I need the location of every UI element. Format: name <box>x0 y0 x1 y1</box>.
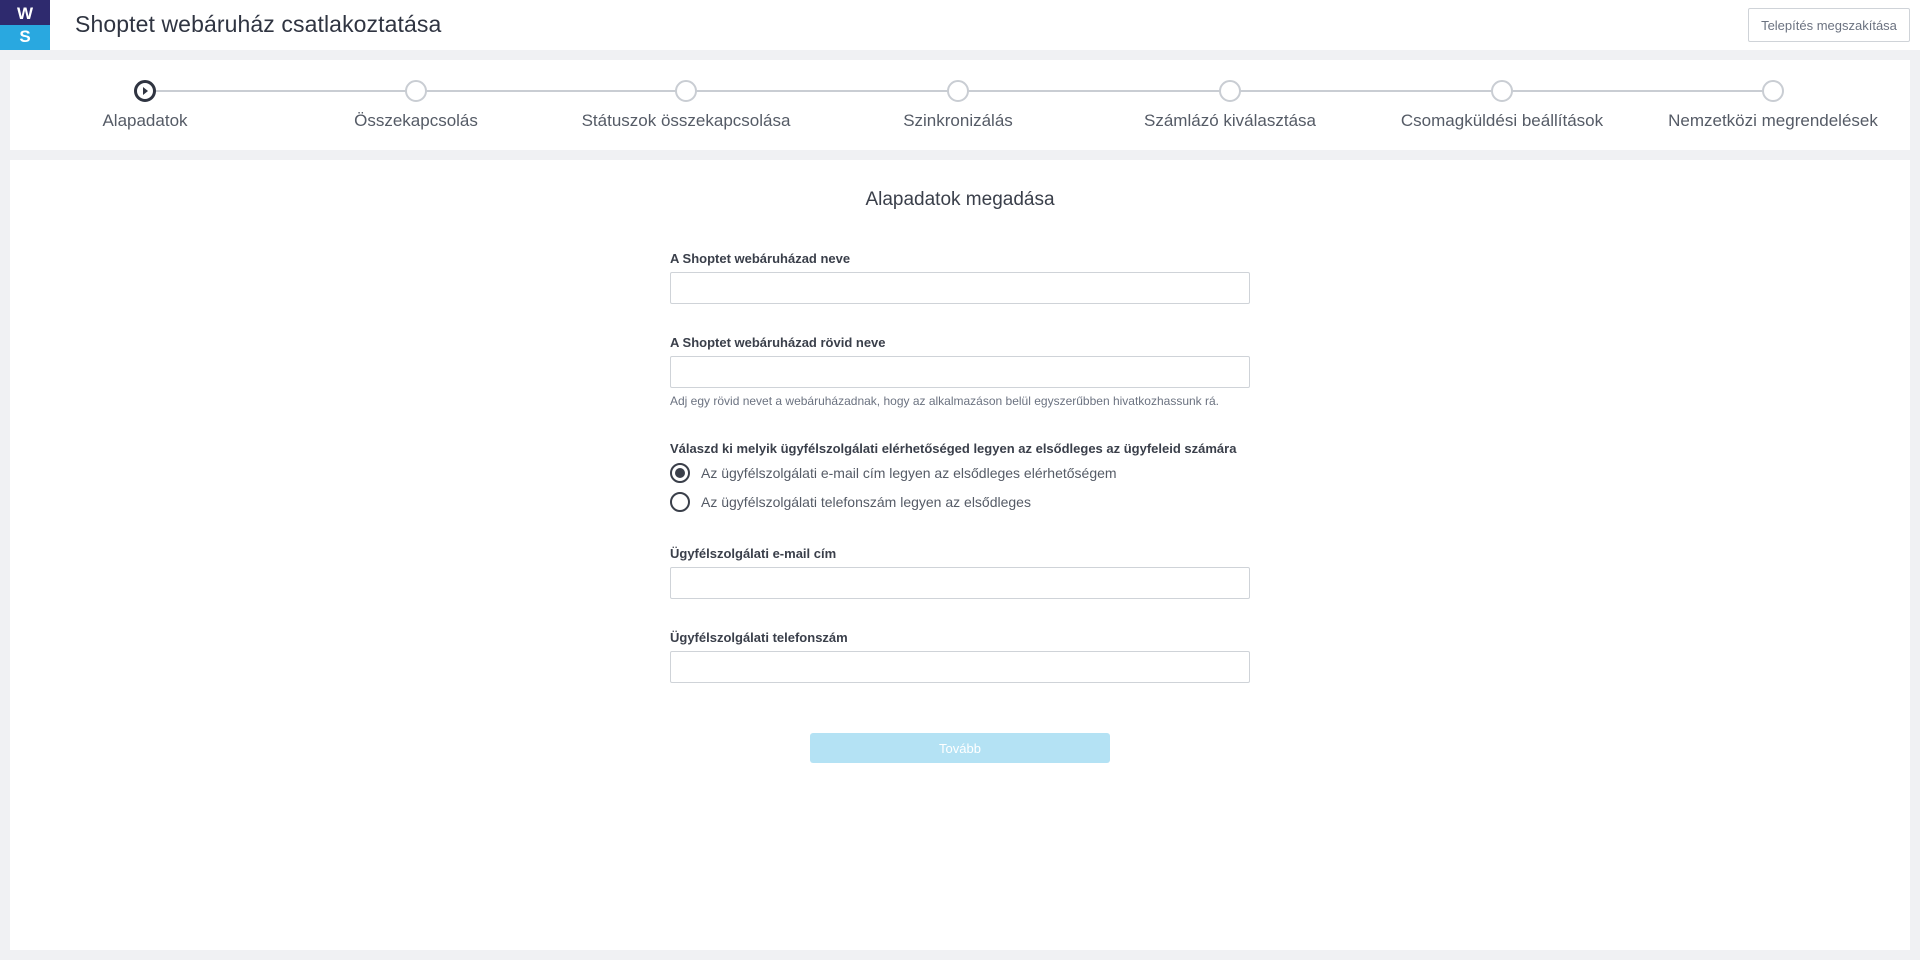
step-circle-icon <box>947 80 969 102</box>
shop-name-input[interactable] <box>670 272 1250 304</box>
shop-short-name-input[interactable] <box>670 356 1250 388</box>
shop-name-label: A Shoptet webáruházad neve <box>670 251 851 266</box>
cancel-installation-button[interactable]: Telepítés megszakítása <box>1748 8 1910 42</box>
step-circle-icon <box>1219 80 1241 102</box>
radio-label: Az ügyfélszolgálati telefonszám legyen a… <box>701 494 1031 510</box>
step-circle-icon <box>1491 80 1513 102</box>
step-alapadatok[interactable]: Alapadatok <box>25 80 265 131</box>
shop-short-name-hint: Adj egy rövid nevet a webáruházadnak, ho… <box>670 394 1219 408</box>
primary-contact-label: Válaszd ki melyik ügyfélszolgálati elérh… <box>670 441 1237 456</box>
radio-unchecked-icon[interactable] <box>670 492 690 512</box>
form-panel: Alapadatok megadása A Shoptet webáruháza… <box>10 160 1910 950</box>
step-szamlazo[interactable]: Számlázó kiválasztása <box>1110 80 1350 131</box>
step-szinkronizalas[interactable]: Szinkronizálás <box>838 80 1078 131</box>
step-label: Státuszok összekapcsolása <box>581 111 791 130</box>
step-statuszok[interactable]: Státuszok összekapcsolása <box>566 80 806 131</box>
support-phone-input[interactable] <box>670 651 1250 683</box>
step-label: Csomagküldési beállítások <box>1400 111 1604 130</box>
step-csomagkuldes[interactable]: Csomagküldési beállítások <box>1382 80 1622 131</box>
step-nemzetkozi[interactable]: Nemzetközi megrendelések <box>1653 80 1893 131</box>
step-circle-icon <box>675 80 697 102</box>
step-osszekapcsolas[interactable]: Összekapcsolás <box>296 80 536 131</box>
step-label: Számlázó kiválasztása <box>1144 111 1316 130</box>
step-label: Nemzetközi megrendelések <box>1668 111 1878 130</box>
step-circle-icon <box>1762 80 1784 102</box>
radio-email-primary[interactable]: Az ügyfélszolgálati e-mail cím legyen az… <box>670 462 1117 484</box>
support-email-input[interactable] <box>670 567 1250 599</box>
support-phone-label: Ügyfélszolgálati telefonszám <box>670 630 848 645</box>
step-label: Szinkronizálás <box>903 111 1013 130</box>
page-title: Shoptet webáruház csatlakoztatása <box>75 11 442 37</box>
form-title: Alapadatok megadása <box>865 189 1055 210</box>
step-circle-icon <box>405 80 427 102</box>
shop-short-name-label: A Shoptet webáruházad rövid neve <box>670 335 886 350</box>
step-label: Alapadatok <box>102 111 188 130</box>
radio-label: Az ügyfélszolgálati e-mail cím legyen az… <box>701 465 1117 481</box>
top-header: W S Shoptet webáruház csatlakoztatása Te… <box>0 0 1920 50</box>
next-button[interactable]: Tovább <box>810 733 1110 763</box>
radio-phone-primary[interactable]: Az ügyfélszolgálati telefonszám legyen a… <box>670 491 1031 513</box>
logo-letter-w: W <box>0 0 50 25</box>
step-label: Összekapcsolás <box>354 111 478 130</box>
radio-checked-icon[interactable] <box>670 463 690 483</box>
progress-stepper: Alapadatok Összekapcsolás Státuszok össz… <box>10 60 1910 150</box>
step-active-icon <box>134 80 156 102</box>
logo-letter-s: S <box>0 25 50 50</box>
app-logo: W S <box>0 0 50 50</box>
support-email-label: Ügyfélszolgálati e-mail cím <box>670 546 837 561</box>
